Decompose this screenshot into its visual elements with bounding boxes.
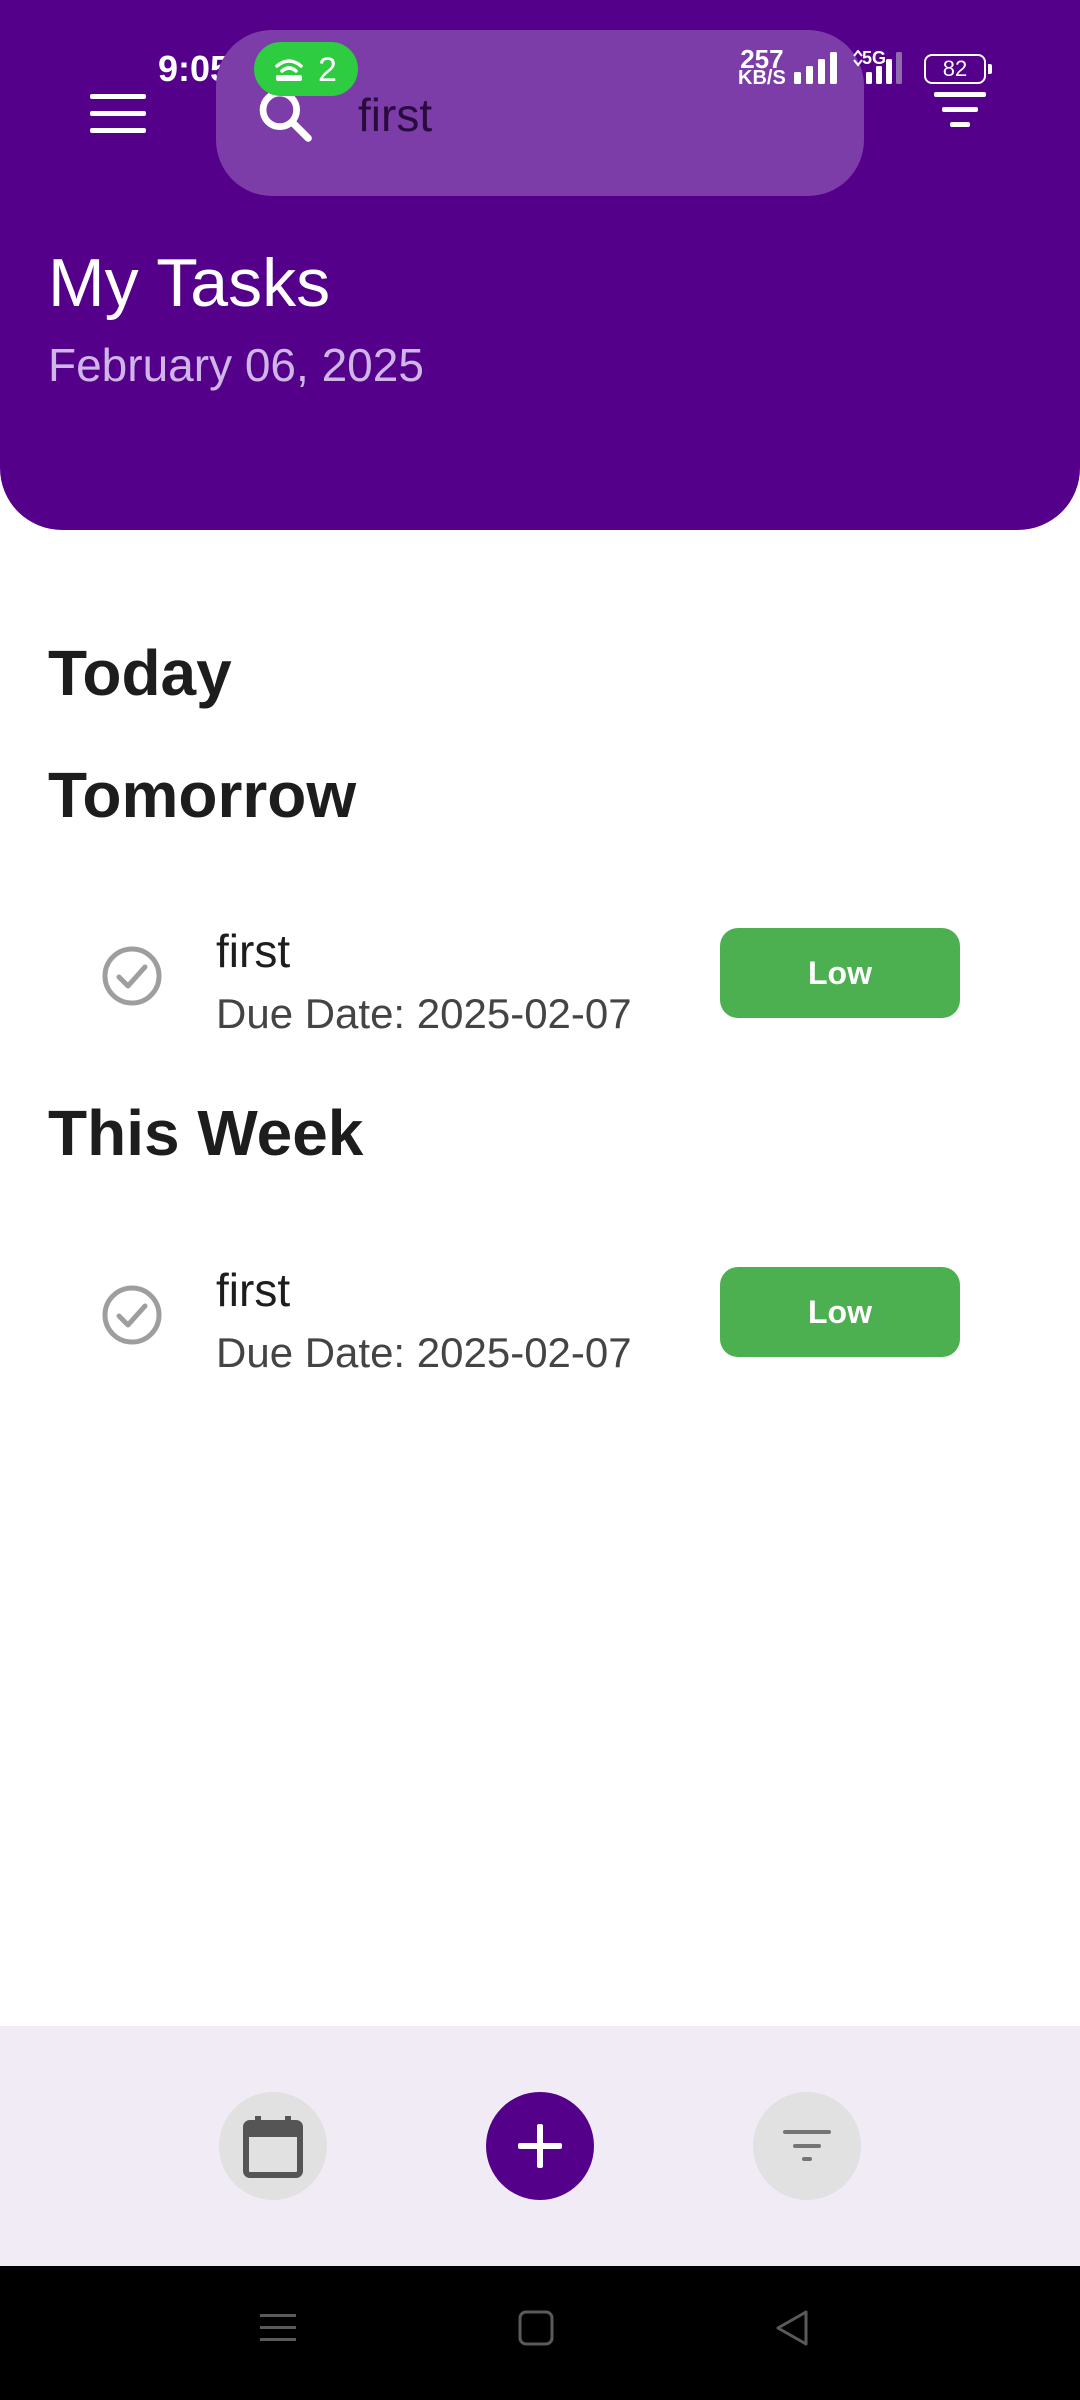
battery-indicator: 82 [924,54,992,84]
task-item[interactable]: first Due Date: 2025-02-07 Low [0,904,1080,1054]
task-title: first [216,1264,291,1316]
page-date: February 06, 2025 [48,339,424,391]
calendar-button[interactable] [219,2092,327,2200]
signal-icon [794,52,837,84]
task-due-date: Due Date: 2025-02-07 [216,990,632,1037]
menu-icon[interactable] [88,90,148,138]
check-circle-icon[interactable] [100,1283,164,1347]
plus-icon [518,2124,562,2168]
signal-5g-icon [853,50,902,84]
hotspot-indicator: 2 [254,42,358,96]
filter-button[interactable] [753,2092,861,2200]
priority-badge[interactable]: Low [720,928,960,1018]
hotspot-icon [275,59,303,81]
bottom-action-bar [0,2026,1080,2266]
task-due-date: Due Date: 2025-02-07 [216,1329,632,1376]
network-speed: 257 KB/S [738,44,786,89]
system-navigation-bar [0,2266,1080,2400]
section-heading-this-week: This Week [48,1097,364,1169]
section-heading-tomorrow: Tomorrow [48,759,357,831]
filter-icon [783,2130,831,2161]
recent-apps-icon[interactable] [258,2308,298,2348]
task-title: first [216,925,291,977]
add-task-button[interactable] [486,2092,594,2200]
search-input[interactable] [358,82,818,148]
check-circle-icon[interactable] [100,944,164,1008]
section-heading-today: Today [48,637,232,709]
back-icon[interactable] [772,2308,812,2348]
header: 9:05 2 257 KB/S 5G 82 [0,0,1080,530]
calendar-icon [243,2116,303,2178]
filter-icon[interactable] [932,88,988,136]
page-title: My Tasks [48,245,331,321]
hotspot-count: 2 [318,51,337,89]
priority-badge[interactable]: Low [720,1267,960,1357]
home-icon[interactable] [516,2308,556,2348]
task-item[interactable]: first Due Date: 2025-02-07 Low [0,1243,1080,1393]
